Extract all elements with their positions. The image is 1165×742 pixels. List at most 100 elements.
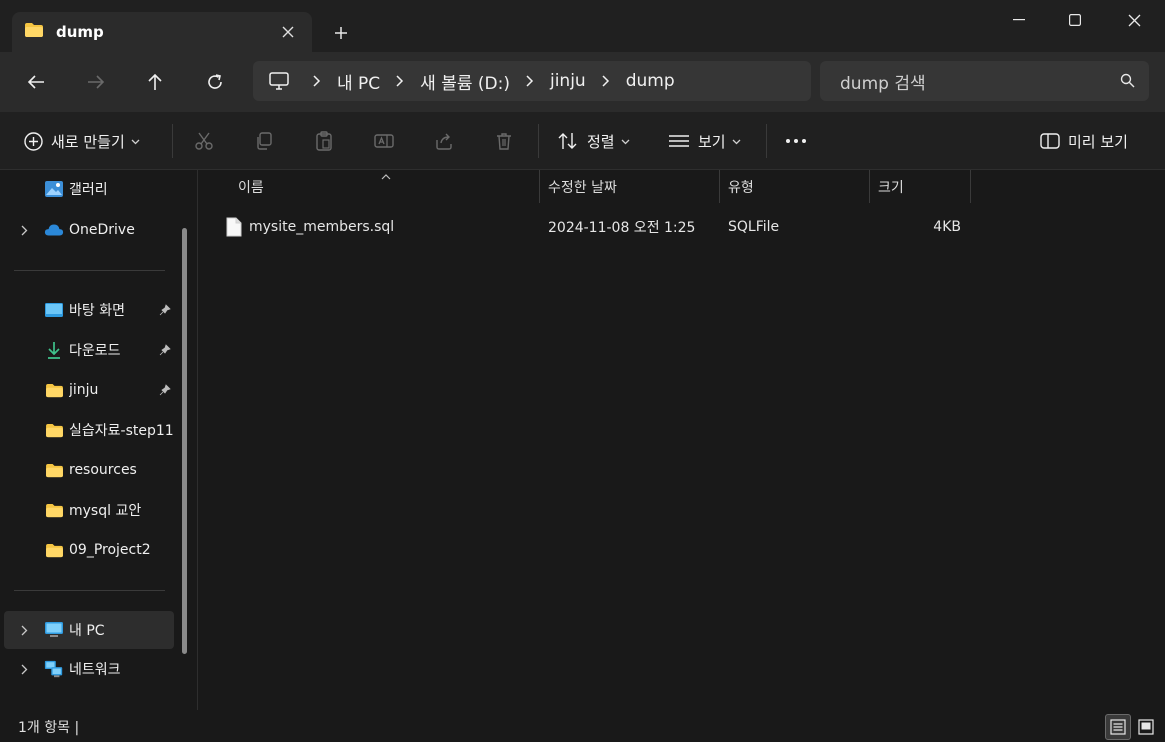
sort-button[interactable]: 정렬 (557, 126, 630, 156)
folder-icon (44, 460, 64, 480)
sort-caret-up-icon (381, 168, 391, 184)
file-list: 이름 수정한 날짜 유형 크기 mysite_members.sql 2024-… (199, 170, 1165, 710)
chevron-right-icon (600, 74, 612, 88)
tab-dump[interactable]: dump (12, 12, 312, 52)
pin-icon[interactable] (158, 343, 172, 357)
back-arrow-icon[interactable] (20, 66, 52, 98)
item-count: 1개 항목 | (18, 720, 80, 736)
toolbar-divider (172, 124, 173, 158)
folder-icon (44, 380, 64, 400)
plus-circle-icon (24, 131, 43, 151)
delete-icon[interactable] (493, 130, 515, 152)
column-header-modified[interactable]: 수정한 날짜 (540, 170, 720, 203)
copy-icon[interactable] (253, 130, 275, 152)
sidebar-item-step11[interactable]: 실습자료-step11 (4, 411, 174, 449)
file-name: mysite_members.sql (249, 219, 395, 235)
chevron-right-icon (524, 74, 536, 88)
rename-icon[interactable] (373, 130, 395, 152)
sidebar-item-onedrive[interactable]: OneDrive (4, 211, 174, 249)
sidebar-item-gallery[interactable]: 갤러리 (4, 170, 174, 208)
onedrive-cloud-icon (44, 220, 64, 240)
breadcrumb-my-pc[interactable]: 내 PC (337, 69, 380, 94)
chevron-down-icon (621, 133, 630, 149)
sidebar-item-jinju[interactable]: jinju (4, 371, 174, 409)
breadcrumb-volume-d[interactable]: 새 볼륨 (D:) (420, 69, 510, 94)
sidebar-item-label: 09_Project2 (69, 542, 151, 558)
folder-icon (44, 420, 64, 440)
sidebar-divider (14, 590, 165, 591)
network-icon (44, 659, 64, 679)
tab-title: dump (56, 23, 104, 41)
navigation-bar: 내 PC 새 볼륨 (D:) jinju dump dump 검색 (0, 52, 1165, 112)
sidebar-divider (14, 270, 165, 271)
cut-icon[interactable] (193, 130, 215, 152)
sort-label: 정렬 (587, 132, 615, 151)
sidebar-item-mysql[interactable]: mysql 교안 (4, 491, 174, 529)
computer-icon (269, 72, 289, 90)
sidebar-item-label: 다운로드 (69, 343, 121, 359)
new-button[interactable]: 새로 만들기 (24, 126, 140, 156)
breadcrumb-jinju[interactable]: jinju (550, 71, 586, 91)
chevron-down-icon (131, 133, 140, 149)
sidebar-item-label: 네트워크 (69, 662, 121, 678)
column-type-label: 유형 (728, 179, 754, 196)
sidebar-item-label: OneDrive (69, 222, 135, 238)
column-size-label: 크기 (878, 179, 904, 196)
maximize-icon[interactable] (1046, 0, 1104, 40)
sidebar-item-downloads[interactable]: 다운로드 (4, 331, 174, 369)
view-label: 보기 (698, 132, 726, 151)
close-window-icon[interactable] (1105, 0, 1163, 40)
title-bar: dump (0, 0, 1165, 52)
sidebar-item-my-pc[interactable]: 내 PC (4, 611, 174, 649)
folder-icon (24, 22, 44, 42)
command-bar: 새로 만들기 정렬 보기 미리 보기 (0, 112, 1165, 170)
navigation-pane: 갤러리 OneDrive 바탕 화면 다운로드 jinju 실습자료-step1… (0, 170, 198, 710)
details-view-icon[interactable] (1105, 714, 1131, 740)
new-tab-icon[interactable] (328, 20, 354, 46)
paste-icon[interactable] (313, 130, 335, 152)
chevron-right-icon[interactable] (18, 623, 30, 637)
new-button-label: 새로 만들기 (51, 132, 125, 151)
sidebar-item-label: 실습자료-step11 (69, 423, 174, 439)
search-input[interactable]: dump 검색 (820, 61, 1149, 101)
large-icons-view-icon[interactable] (1133, 714, 1159, 740)
list-view-icon (668, 134, 690, 148)
table-row[interactable]: mysite_members.sql 2024-11-08 오전 1:25 SQ… (199, 210, 1165, 244)
file-size: 4KB (933, 219, 961, 235)
file-type: SQLFile (728, 219, 780, 235)
close-tab-icon[interactable] (278, 22, 298, 42)
column-header-type[interactable]: 유형 (720, 170, 870, 203)
sidebar-item-project2[interactable]: 09_Project2 (4, 531, 174, 569)
sidebar-item-network[interactable]: 네트워크 (4, 650, 174, 688)
sidebar-item-label: jinju (69, 382, 99, 398)
preview-pane-icon (1040, 133, 1060, 149)
address-bar[interactable]: 내 PC 새 볼륨 (D:) jinju dump (253, 61, 811, 101)
pin-icon[interactable] (158, 303, 172, 317)
pin-icon[interactable] (158, 383, 172, 397)
status-bar: 1개 항목 | (0, 710, 1165, 742)
desktop-icon (44, 300, 64, 320)
sidebar-item-desktop[interactable]: 바탕 화면 (4, 291, 174, 329)
chevron-right-icon (394, 74, 406, 88)
column-modified-label: 수정한 날짜 (548, 179, 617, 196)
sort-arrows-icon (557, 132, 579, 150)
sidebar-item-resources[interactable]: resources (4, 451, 174, 489)
column-header-size[interactable]: 크기 (870, 170, 971, 203)
refresh-icon[interactable] (199, 66, 231, 98)
view-button[interactable]: 보기 (668, 126, 741, 156)
sidebar-scrollbar[interactable] (182, 228, 187, 654)
chevron-right-icon (311, 74, 323, 88)
share-icon[interactable] (433, 130, 455, 152)
minimize-icon[interactable] (990, 0, 1048, 40)
up-arrow-icon[interactable] (139, 66, 171, 98)
search-icon[interactable] (1120, 73, 1135, 92)
chevron-right-icon[interactable] (18, 662, 30, 676)
folder-icon (44, 540, 64, 560)
column-name-label: 이름 (238, 179, 264, 196)
chevron-right-icon[interactable] (18, 223, 30, 237)
column-header-name[interactable]: 이름 (199, 170, 540, 203)
preview-button[interactable]: 미리 보기 (1040, 126, 1128, 156)
forward-arrow-icon[interactable] (80, 66, 112, 98)
more-options-icon[interactable] (785, 130, 807, 152)
breadcrumb-dump[interactable]: dump (626, 71, 675, 91)
